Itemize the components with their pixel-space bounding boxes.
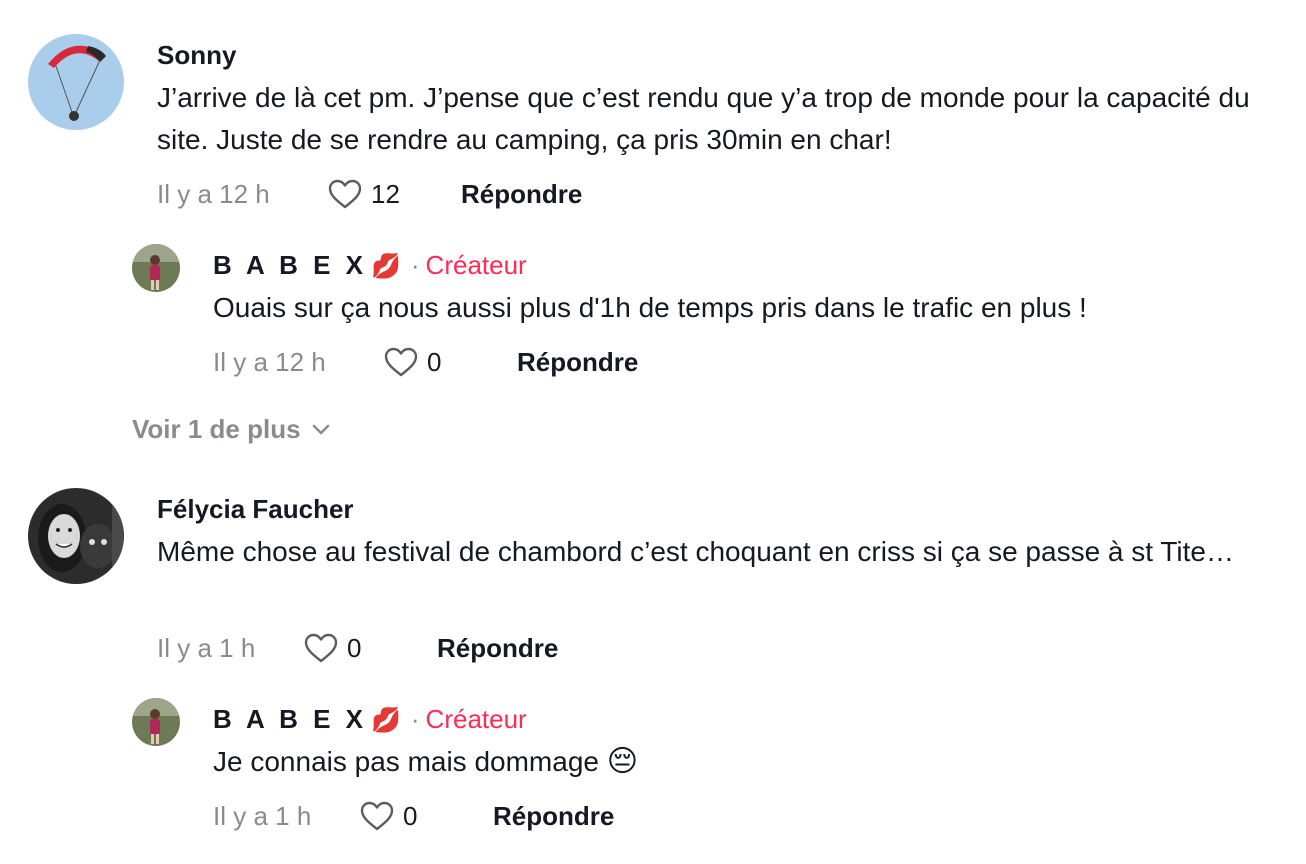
- avatar-babex[interactable]: [132, 698, 180, 746]
- reply-meta: Il y a 1 h 0 Répondre: [213, 799, 614, 833]
- creator-badge: Créateur: [425, 250, 527, 280]
- separator-dot: ·: [410, 250, 420, 280]
- avatar-creator-image: [132, 244, 180, 292]
- avatar-babex[interactable]: [132, 244, 180, 292]
- creator-badge: Créateur: [425, 704, 527, 734]
- comment-author[interactable]: Félycia Faucher: [157, 494, 354, 524]
- chevron-down-icon: [312, 424, 329, 434]
- separator-dot: ·: [410, 704, 420, 734]
- pensive-face-emoji: 😔: [606, 745, 639, 778]
- reply-time: Il y a 1 h: [213, 800, 312, 831]
- lips-emoji: 💋: [370, 707, 401, 734]
- like-count: 12: [371, 178, 400, 209]
- like-button[interactable]: 0: [383, 346, 477, 378]
- reply-author-line: B A B E X 💋 · Créateur: [213, 250, 527, 282]
- heart-outline-icon: [328, 179, 362, 209]
- reply-author-line: B A B E X 💋 · Créateur: [213, 704, 527, 736]
- reply-text: Je connais pas mais dommage 😔: [213, 741, 1273, 783]
- reply-button[interactable]: Répondre: [493, 801, 614, 832]
- view-more-replies-button[interactable]: Voir 1 de plus: [132, 414, 331, 445]
- like-count: 0: [403, 800, 418, 831]
- reply-author[interactable]: B A B E X: [213, 250, 367, 280]
- comment-meta: Il y a 1 h 0 Répondre: [157, 631, 558, 665]
- avatar-sonny[interactable]: [28, 34, 124, 130]
- comment-author-line: Sonny: [157, 40, 236, 70]
- view-more-label: Voir 1 de plus: [132, 414, 301, 444]
- like-button[interactable]: 12: [327, 178, 421, 210]
- comment-author[interactable]: Sonny: [157, 40, 236, 70]
- heart-outline-icon: [304, 633, 338, 663]
- heart-outline-icon: [360, 801, 394, 831]
- comment-meta: Il y a 12 h 12 Répondre: [157, 177, 582, 211]
- reply-time: Il y a 12 h: [213, 346, 326, 377]
- comment-time: Il y a 1 h: [157, 632, 256, 663]
- avatar-paraglider-image: [28, 34, 124, 130]
- like-count: 0: [347, 632, 362, 663]
- comment-time: Il y a 12 h: [157, 178, 270, 209]
- avatar-photo-image: [28, 488, 124, 584]
- lips-emoji: 💋: [370, 253, 401, 280]
- like-button[interactable]: 0: [303, 632, 397, 664]
- like-button[interactable]: 0: [359, 800, 453, 832]
- reply-text: Ouais sur ça nous aussi plus d'1h de tem…: [213, 292, 1087, 323]
- reply-meta: Il y a 12 h 0 Répondre: [213, 345, 638, 379]
- reply-button[interactable]: Répondre: [437, 633, 558, 664]
- avatar-creator-image: [132, 698, 180, 746]
- comment-text: J’arrive de là cet pm. J’pense que c’est…: [157, 82, 1250, 155]
- reply-button[interactable]: Répondre: [461, 179, 582, 210]
- reply-button[interactable]: Répondre: [517, 347, 638, 378]
- reply-text-content: Je connais pas mais dommage: [213, 746, 599, 777]
- comment-author-line: Félycia Faucher: [157, 494, 354, 524]
- reply-author[interactable]: B A B E X: [213, 704, 367, 734]
- comment-text: Même chose au festival de chambord c’est…: [157, 536, 1234, 567]
- heart-outline-icon: [384, 347, 418, 377]
- avatar-felycia[interactable]: [28, 488, 124, 584]
- like-count: 0: [427, 346, 442, 377]
